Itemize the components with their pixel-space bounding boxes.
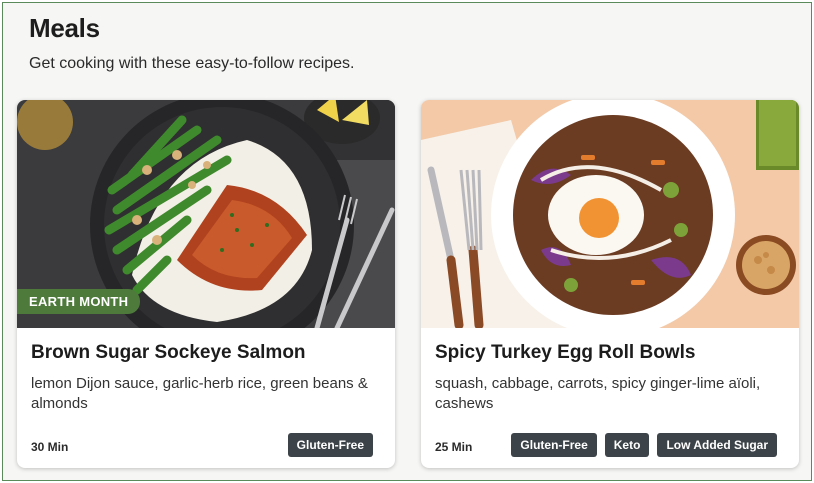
recipe-image-salmon[interactable]: EARTH MONTH: [17, 100, 395, 328]
page-subtitle: Get cooking with these easy-to-follow re…: [29, 55, 355, 72]
recipe-description: lemon Dijon sauce, garlic-herb rice, gre…: [31, 375, 368, 412]
tag-list: Gluten-Free Keto Low Added Sugar: [511, 433, 777, 457]
tag-keto: Keto: [604, 433, 650, 457]
recipe-card-turkey[interactable]: Spicy Turkey Egg Roll Bowls squash, cabb…: [421, 100, 799, 468]
recipe-title[interactable]: Brown Sugar Sockeye Salmon: [31, 342, 306, 364]
recipe-card-salmon[interactable]: EARTH MONTH Brown Sugar Sockeye Salmon l…: [17, 100, 395, 468]
page-title: Meals: [29, 13, 100, 43]
earth-month-badge: EARTH MONTH: [17, 289, 141, 314]
recipe-description: squash, cabbage, carrots, spicy ginger-l…: [435, 375, 761, 412]
tag-gluten-free: Gluten-Free: [287, 433, 373, 457]
tag-gluten-free: Gluten-Free: [511, 433, 597, 457]
cook-time: 25 Min: [435, 440, 473, 454]
recipe-image-turkey[interactable]: [421, 100, 799, 328]
tag-low-added-sugar: Low Added Sugar: [657, 433, 777, 457]
recipe-title[interactable]: Spicy Turkey Egg Roll Bowls: [435, 342, 695, 364]
tag-list: Gluten-Free: [287, 433, 373, 457]
cook-time: 30 Min: [31, 440, 69, 454]
